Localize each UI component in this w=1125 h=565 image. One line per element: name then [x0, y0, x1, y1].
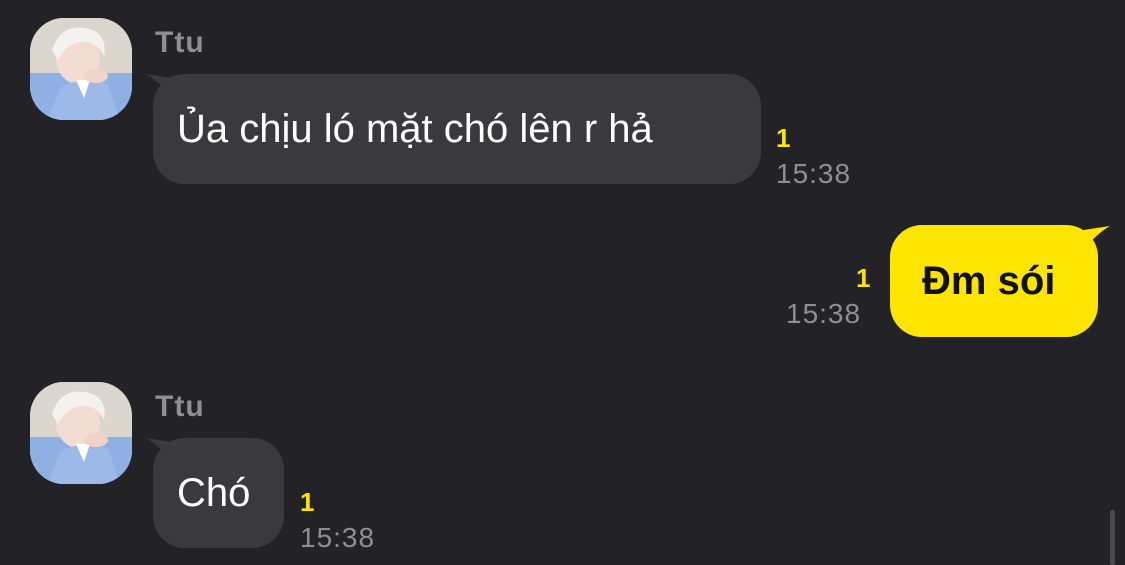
message-text: Đm sói [922, 259, 1056, 303]
chat-message-list[interactable]: Ttu Ủa chịu ló mặt chó lên r hả 1 15:38 … [0, 0, 1125, 565]
message-text: Ủa chịu ló mặt chó lên r hả [177, 107, 653, 151]
message-time: 15:38 [776, 158, 852, 189]
unread-count: 1 [856, 263, 871, 293]
message-time: 15:38 [300, 522, 376, 553]
avatar-photo-icon [30, 18, 132, 120]
avatar-photo-icon [30, 382, 132, 484]
unread-count: 1 [776, 123, 791, 153]
sender-name: Ttu [155, 390, 205, 423]
message-text: Chó [177, 471, 251, 515]
message-bubble[interactable]: Ủa chịu ló mặt chó lên r hả [153, 74, 761, 184]
message-bubble[interactable]: Đm sói [890, 225, 1098, 337]
sender-name: Ttu [155, 26, 205, 59]
scrollbar[interactable] [1110, 510, 1115, 565]
message-time: 15:38 [786, 298, 862, 329]
sender-avatar[interactable] [30, 382, 132, 484]
unread-count: 1 [300, 487, 315, 517]
message-bubble[interactable]: Chó [153, 438, 284, 548]
sender-avatar[interactable] [30, 18, 132, 120]
